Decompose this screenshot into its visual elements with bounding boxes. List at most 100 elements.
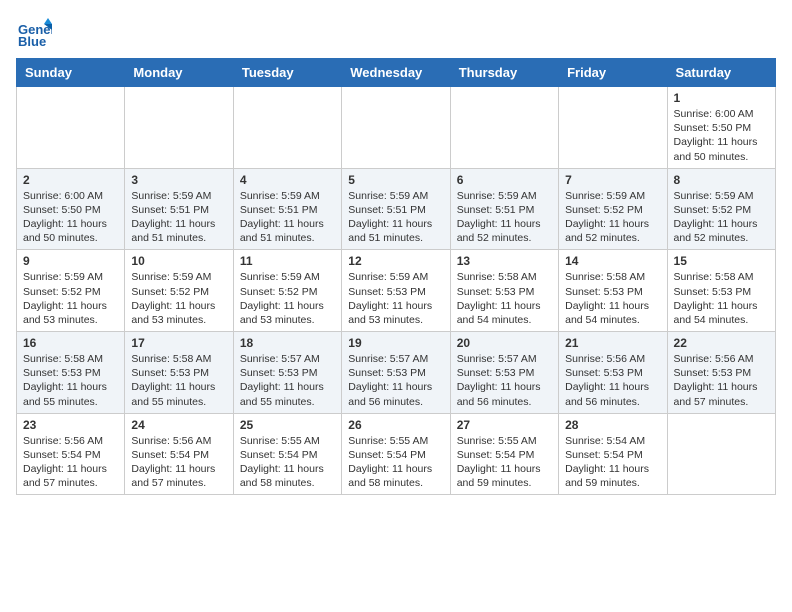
day-number: 15 (674, 254, 769, 268)
day-number: 17 (131, 336, 226, 350)
day-number: 6 (457, 173, 552, 187)
calendar-cell (125, 87, 233, 169)
calendar-cell: 26 Sunrise: 5:55 AM Sunset: 5:54 PM Dayli… (342, 413, 450, 495)
day-info: Sunrise: 5:56 AM Sunset: 5:54 PM Dayligh… (131, 434, 226, 491)
day-number: 10 (131, 254, 226, 268)
calendar-cell (17, 87, 125, 169)
weekday-header-wednesday: Wednesday (342, 59, 450, 87)
calendar-table: SundayMondayTuesdayWednesdayThursdayFrid… (16, 58, 776, 495)
day-number: 9 (23, 254, 118, 268)
calendar-cell: 18 Sunrise: 5:57 AM Sunset: 5:53 PM Dayli… (233, 332, 341, 414)
calendar-header-row: SundayMondayTuesdayWednesdayThursdayFrid… (17, 59, 776, 87)
calendar-cell: 24 Sunrise: 5:56 AM Sunset: 5:54 PM Dayli… (125, 413, 233, 495)
day-number: 27 (457, 418, 552, 432)
day-number: 18 (240, 336, 335, 350)
calendar-cell: 4 Sunrise: 5:59 AM Sunset: 5:51 PM Daylig… (233, 168, 341, 250)
calendar-cell (342, 87, 450, 169)
day-number: 16 (23, 336, 118, 350)
day-info: Sunrise: 5:57 AM Sunset: 5:53 PM Dayligh… (240, 352, 335, 409)
day-number: 24 (131, 418, 226, 432)
calendar-cell: 8Sunrise: 5:59 AM Sunset: 5:52 PM Daylig… (667, 168, 775, 250)
day-info: Sunrise: 6:00 AM Sunset: 5:50 PM Dayligh… (674, 107, 769, 164)
day-info: Sunrise: 5:57 AM Sunset: 5:53 PM Dayligh… (348, 352, 443, 409)
day-number: 26 (348, 418, 443, 432)
day-info: Sunrise: 5:55 AM Sunset: 5:54 PM Dayligh… (240, 434, 335, 491)
calendar-week-1: 1 Sunrise: 6:00 AM Sunset: 5:50 PM Daylig… (17, 87, 776, 169)
calendar-cell: 1 Sunrise: 6:00 AM Sunset: 5:50 PM Daylig… (667, 87, 775, 169)
day-number: 22 (674, 336, 769, 350)
weekday-header-thursday: Thursday (450, 59, 558, 87)
calendar-cell: 6 Sunrise: 5:59 AM Sunset: 5:51 PM Daylig… (450, 168, 558, 250)
calendar-cell: 11 Sunrise: 5:59 AM Sunset: 5:52 PM Dayli… (233, 250, 341, 332)
calendar-cell: 25 Sunrise: 5:55 AM Sunset: 5:54 PM Dayli… (233, 413, 341, 495)
calendar-cell: 19 Sunrise: 5:57 AM Sunset: 5:53 PM Dayli… (342, 332, 450, 414)
day-number: 3 (131, 173, 226, 187)
day-info: Sunrise: 5:59 AM Sunset: 5:52 PM Dayligh… (131, 270, 226, 327)
day-info: Sunrise: 5:56 AM Sunset: 5:53 PM Dayligh… (674, 352, 769, 409)
calendar-week-3: 9 Sunrise: 5:59 AM Sunset: 5:52 PM Daylig… (17, 250, 776, 332)
calendar-week-2: 2 Sunrise: 6:00 AM Sunset: 5:50 PM Daylig… (17, 168, 776, 250)
day-info: Sunrise: 5:57 AM Sunset: 5:53 PM Dayligh… (457, 352, 552, 409)
day-info: Sunrise: 5:59 AM Sunset: 5:51 PM Dayligh… (348, 189, 443, 246)
day-info: Sunrise: 6:00 AM Sunset: 5:50 PM Dayligh… (23, 189, 118, 246)
day-info: Sunrise: 5:54 AM Sunset: 5:54 PM Dayligh… (565, 434, 660, 491)
day-info: Sunrise: 5:56 AM Sunset: 5:54 PM Dayligh… (23, 434, 118, 491)
day-number: 20 (457, 336, 552, 350)
calendar-cell: 17Sunrise: 5:58 AM Sunset: 5:53 PM Dayli… (125, 332, 233, 414)
day-number: 5 (348, 173, 443, 187)
day-info: Sunrise: 5:59 AM Sunset: 5:51 PM Dayligh… (457, 189, 552, 246)
day-info: Sunrise: 5:58 AM Sunset: 5:53 PM Dayligh… (674, 270, 769, 327)
day-info: Sunrise: 5:58 AM Sunset: 5:53 PM Dayligh… (565, 270, 660, 327)
logo-icon: General Blue (16, 16, 52, 52)
weekday-header-sunday: Sunday (17, 59, 125, 87)
calendar-cell: 23Sunrise: 5:56 AM Sunset: 5:54 PM Dayli… (17, 413, 125, 495)
day-info: Sunrise: 5:58 AM Sunset: 5:53 PM Dayligh… (23, 352, 118, 409)
weekday-header-friday: Friday (559, 59, 667, 87)
calendar-cell: 13 Sunrise: 5:58 AM Sunset: 5:53 PM Dayli… (450, 250, 558, 332)
calendar-cell: 3 Sunrise: 5:59 AM Sunset: 5:51 PM Daylig… (125, 168, 233, 250)
calendar-cell: 14 Sunrise: 5:58 AM Sunset: 5:53 PM Dayli… (559, 250, 667, 332)
day-number: 21 (565, 336, 660, 350)
page-header: General Blue (16, 16, 776, 52)
calendar-cell: 21 Sunrise: 5:56 AM Sunset: 5:53 PM Dayli… (559, 332, 667, 414)
calendar-cell: 22 Sunrise: 5:56 AM Sunset: 5:53 PM Dayli… (667, 332, 775, 414)
day-number: 4 (240, 173, 335, 187)
calendar-cell: 9 Sunrise: 5:59 AM Sunset: 5:52 PM Daylig… (17, 250, 125, 332)
day-info: Sunrise: 5:58 AM Sunset: 5:53 PM Dayligh… (457, 270, 552, 327)
day-info: Sunrise: 5:59 AM Sunset: 5:52 PM Dayligh… (565, 189, 660, 246)
day-number: 25 (240, 418, 335, 432)
calendar-cell: 12Sunrise: 5:59 AM Sunset: 5:53 PM Dayli… (342, 250, 450, 332)
day-info: Sunrise: 5:59 AM Sunset: 5:51 PM Dayligh… (240, 189, 335, 246)
calendar-cell: 20 Sunrise: 5:57 AM Sunset: 5:53 PM Dayli… (450, 332, 558, 414)
day-number: 11 (240, 254, 335, 268)
svg-text:Blue: Blue (18, 34, 46, 49)
weekday-header-tuesday: Tuesday (233, 59, 341, 87)
calendar-cell (233, 87, 341, 169)
calendar-cell: 5 Sunrise: 5:59 AM Sunset: 5:51 PM Daylig… (342, 168, 450, 250)
calendar-cell (450, 87, 558, 169)
day-info: Sunrise: 5:59 AM Sunset: 5:52 PM Dayligh… (240, 270, 335, 327)
day-number: 2 (23, 173, 118, 187)
weekday-header-saturday: Saturday (667, 59, 775, 87)
day-number: 7 (565, 173, 660, 187)
day-number: 19 (348, 336, 443, 350)
day-info: Sunrise: 5:59 AM Sunset: 5:52 PM Dayligh… (674, 189, 769, 246)
day-info: Sunrise: 5:56 AM Sunset: 5:53 PM Dayligh… (565, 352, 660, 409)
day-number: 13 (457, 254, 552, 268)
day-info: Sunrise: 5:55 AM Sunset: 5:54 PM Dayligh… (348, 434, 443, 491)
day-info: Sunrise: 5:59 AM Sunset: 5:52 PM Dayligh… (23, 270, 118, 327)
day-number: 12 (348, 254, 443, 268)
day-info: Sunrise: 5:59 AM Sunset: 5:51 PM Dayligh… (131, 189, 226, 246)
calendar-cell: 27 Sunrise: 5:55 AM Sunset: 5:54 PM Dayli… (450, 413, 558, 495)
weekday-header-monday: Monday (125, 59, 233, 87)
day-number: 1 (674, 91, 769, 105)
calendar-cell: 15 Sunrise: 5:58 AM Sunset: 5:53 PM Dayli… (667, 250, 775, 332)
day-number: 14 (565, 254, 660, 268)
calendar-cell (667, 413, 775, 495)
day-info: Sunrise: 5:55 AM Sunset: 5:54 PM Dayligh… (457, 434, 552, 491)
calendar-cell: 28Sunrise: 5:54 AM Sunset: 5:54 PM Dayli… (559, 413, 667, 495)
calendar-cell: 16 Sunrise: 5:58 AM Sunset: 5:53 PM Dayli… (17, 332, 125, 414)
calendar-week-4: 16 Sunrise: 5:58 AM Sunset: 5:53 PM Dayli… (17, 332, 776, 414)
calendar-cell: 2 Sunrise: 6:00 AM Sunset: 5:50 PM Daylig… (17, 168, 125, 250)
calendar-cell: 7 Sunrise: 5:59 AM Sunset: 5:52 PM Daylig… (559, 168, 667, 250)
